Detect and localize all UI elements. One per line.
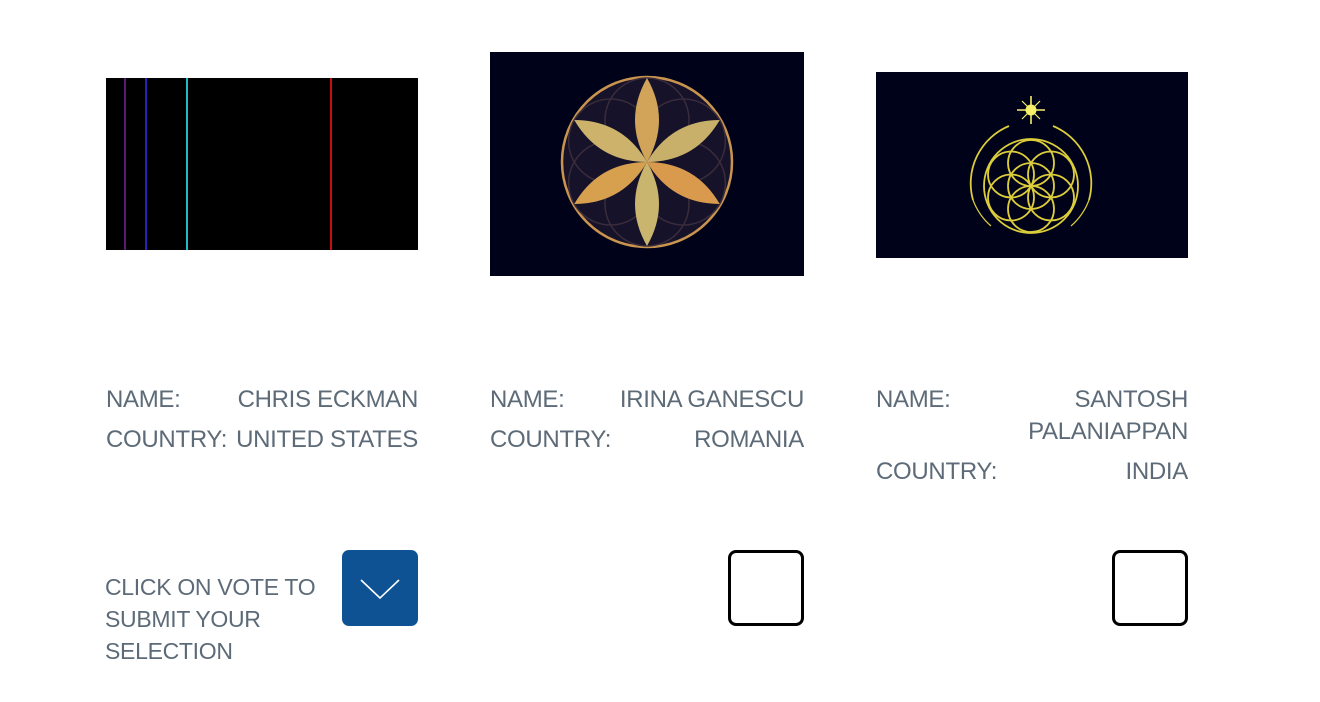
entrant-country: UNITED STATES: [236, 426, 418, 453]
name-label: NAME:: [876, 386, 951, 413]
name-row: NAME: IRINA GANESCU: [490, 384, 804, 416]
entrant-country: INDIA: [1125, 458, 1188, 485]
vote-instructions: CLICK ON VOTE TO SUBMIT YOUR SELECTION: [105, 574, 316, 664]
entry-info: NAME: CHRIS ECKMAN COUNTRY: UNITED STATE…: [106, 384, 418, 464]
vote-checkbox[interactable]: [1112, 550, 1188, 626]
vote-checkbox[interactable]: [342, 550, 418, 626]
country-row: COUNTRY: UNITED STATES: [106, 424, 418, 456]
vote-checkbox[interactable]: [728, 550, 804, 626]
entrant-name: IRINA GANESCU: [619, 386, 804, 413]
golden-flower-of-life-image: [490, 52, 804, 276]
checkmark-chevron-icon: [360, 579, 400, 600]
country-label: COUNTRY:: [876, 458, 998, 485]
entry-info: NAME: SANTOSH PALANIAPPAN COUNTRY: INDIA: [876, 384, 1188, 496]
name-label: NAME:: [106, 386, 181, 413]
name-row: NAME: SANTOSH PALANIAPPAN: [876, 384, 1188, 448]
entrant-name: CHRIS ECKMAN: [237, 386, 419, 413]
entrant-name: SANTOSH PALANIAPPAN: [1028, 386, 1188, 445]
country-row: COUNTRY: INDIA: [876, 456, 1188, 488]
country-label: COUNTRY:: [490, 426, 612, 453]
country-row: COUNTRY: ROMANIA: [490, 424, 804, 456]
name-label: NAME:: [490, 386, 565, 413]
name-row: NAME: CHRIS ECKMAN: [106, 384, 418, 416]
entrant-country: ROMANIA: [694, 426, 804, 453]
country-label: COUNTRY:: [106, 426, 228, 453]
spectral-lines-image: [106, 78, 418, 250]
star-moon-flower-of-life-image: [876, 72, 1188, 258]
entry-info: NAME: IRINA GANESCU COUNTRY: ROMANIA: [490, 384, 804, 464]
